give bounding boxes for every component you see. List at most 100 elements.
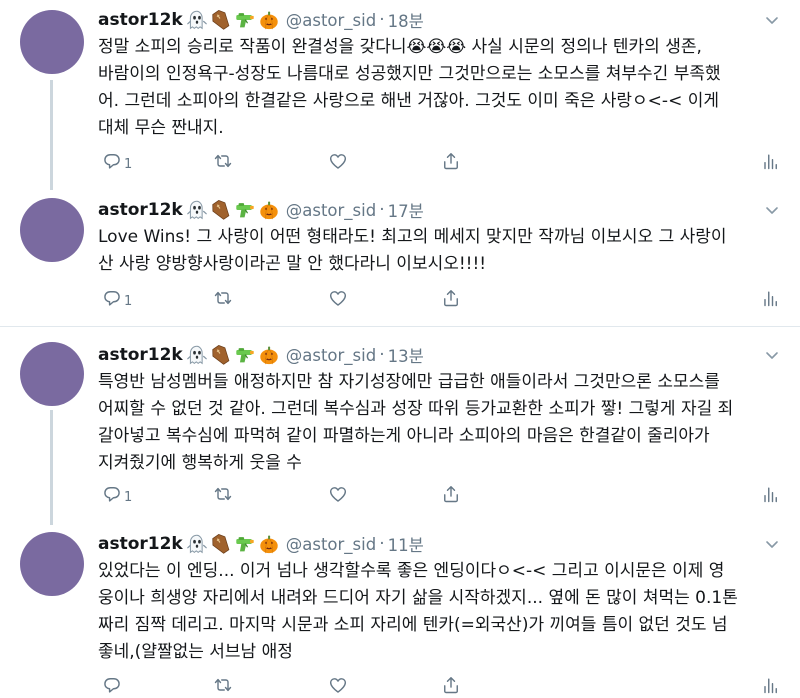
handle[interactable]: @astor_sid (286, 201, 376, 220)
tweet-line: Love Wins! 그 사랑이 어떤 형태라도! 최고의 메세지 맞지만 작까… (98, 227, 727, 247)
handle[interactable]: @astor_sid (286, 11, 376, 30)
thread-line (50, 80, 53, 190)
analytics-icon (760, 288, 780, 308)
name-emojis (186, 199, 280, 221)
share-icon (441, 484, 461, 504)
tweet-line: 짜리 짐짝 데리고. 마지막 시문과 소피 자리에 텐카(=외국산)가 끼여들 … (98, 615, 728, 635)
display-name[interactable]: astor12k (98, 10, 183, 30)
like-icon (328, 484, 348, 504)
reply-icon (102, 288, 122, 308)
analytics-icon (760, 484, 780, 504)
handle[interactable]: @astor_sid (286, 346, 376, 365)
reply-button[interactable]: 1 (102, 483, 132, 505)
display-name[interactable]: astor12k (98, 345, 183, 365)
ghost-emoji (186, 199, 208, 221)
tweet-line: 특영반 남성멤버들 애정하지만 참 자기성장에만 급급한 애들이라서 그것만으론… (98, 372, 720, 392)
chevron-down-icon[interactable] (764, 12, 780, 28)
tweet-text: 있었다는 이 엔딩... 이거 넘나 생각할수록 좋은 엔딩이다ㅇ<-< 그리고… (98, 558, 788, 666)
tweet-line: 정말 소피의 승리로 작품이 완결성을 갖다니😭😭😭 사실 시문의 정의나 텐카… (98, 37, 702, 57)
coffin-emoji (210, 344, 232, 366)
ghost-emoji (186, 9, 208, 31)
tweet-4[interactable]: astor12k @astor_sid · 11분 있었다는 이 엔딩... 이… (0, 520, 800, 698)
reply-icon (102, 151, 122, 171)
tweet-line: 갈아넣고 복수심에 파먹혀 같이 파멸하는게 아니라 소피아의 마음은 한결같이… (98, 426, 710, 446)
retweet-button[interactable] (213, 483, 233, 505)
jack-o-lantern-emoji (258, 199, 280, 221)
reply-button[interactable]: 1 (102, 150, 132, 172)
chevron-down-icon[interactable] (764, 202, 780, 218)
tweet-text: 정말 소피의 승리로 작품이 완결성을 갖다니😭😭😭 사실 시문의 정의나 텐카… (98, 34, 788, 142)
avatar[interactable] (20, 10, 84, 74)
retweet-button[interactable] (213, 287, 233, 309)
jack-o-lantern-emoji (258, 9, 280, 31)
share-button[interactable] (441, 287, 461, 309)
avatar[interactable] (20, 532, 84, 596)
analytics-button[interactable] (760, 674, 780, 696)
like-button[interactable] (328, 674, 348, 696)
coffin-emoji (210, 9, 232, 31)
analytics-button[interactable] (760, 150, 780, 172)
share-button[interactable] (441, 483, 461, 505)
jack-o-lantern-emoji (258, 344, 280, 366)
timestamp[interactable]: 11분 (388, 532, 424, 556)
like-button[interactable] (328, 150, 348, 172)
separator: · (379, 345, 385, 365)
reply-icon (102, 484, 122, 504)
timestamp[interactable]: 13분 (388, 343, 424, 367)
tweet-3[interactable]: astor12k @astor_sid · 13분 특영반 남성멤버들 애정하지… (0, 330, 800, 525)
separator: · (379, 534, 385, 554)
tweet-2[interactable]: astor12k @astor_sid · 17분 Love Wins! 그 사… (0, 190, 800, 325)
avatar[interactable] (20, 342, 84, 406)
tweet-header: astor12k @astor_sid · 11분 (98, 531, 424, 557)
reply-button[interactable]: 1 (102, 287, 132, 309)
thread-line (50, 410, 53, 525)
share-icon (441, 151, 461, 171)
tweet-actions (98, 674, 788, 696)
divider (0, 326, 800, 327)
ghost-emoji (186, 344, 208, 366)
reply-count: 1 (124, 293, 133, 309)
like-button[interactable] (328, 287, 348, 309)
chevron-down-icon[interactable] (764, 347, 780, 363)
like-icon (328, 288, 348, 308)
timestamp[interactable]: 18분 (388, 8, 424, 32)
like-button[interactable] (328, 483, 348, 505)
analytics-button[interactable] (760, 483, 780, 505)
analytics-button[interactable] (760, 287, 780, 309)
water-pistol-emoji (234, 533, 256, 555)
tweet-1[interactable]: astor12k @astor_sid · 18분 정말 소피의 승리로 작품이… (0, 0, 800, 190)
analytics-icon (760, 151, 780, 171)
share-button[interactable] (441, 674, 461, 696)
analytics-icon (760, 675, 780, 695)
name-emojis (186, 9, 280, 31)
tweet-header: astor12k @astor_sid · 17분 (98, 197, 424, 223)
reply-button[interactable] (102, 674, 124, 696)
avatar[interactable] (20, 198, 84, 262)
handle[interactable]: @astor_sid (286, 535, 376, 554)
jack-o-lantern-emoji (258, 533, 280, 555)
retweet-button[interactable] (213, 150, 233, 172)
name-emojis (186, 344, 280, 366)
share-button[interactable] (441, 150, 461, 172)
separator: · (379, 200, 385, 220)
tweet-line: 어찌할 수 없던 것 같아. 그런데 복수심과 성장 따위 등가교환한 소피가 … (98, 399, 734, 419)
timestamp[interactable]: 17분 (388, 198, 424, 222)
water-pistol-emoji (234, 344, 256, 366)
ghost-emoji (186, 533, 208, 555)
tweet-actions: 1 (98, 150, 788, 172)
tweet-line: 좋네,(얄짤없는 서브남 애정 (98, 642, 293, 662)
retweet-button[interactable] (213, 674, 233, 696)
like-icon (328, 151, 348, 171)
display-name[interactable]: astor12k (98, 200, 183, 220)
coffin-emoji (210, 533, 232, 555)
display-name[interactable]: astor12k (98, 534, 183, 554)
water-pistol-emoji (234, 9, 256, 31)
tweet-header: astor12k @astor_sid · 13분 (98, 342, 424, 368)
retweet-icon (213, 288, 233, 308)
tweet-text: 특영반 남성멤버들 애정하지만 참 자기성장에만 급급한 애들이라서 그것만으론… (98, 369, 788, 477)
tweet-line: 대체 무슨 짠내지. (98, 118, 224, 138)
share-icon (441, 288, 461, 308)
name-emojis (186, 533, 280, 555)
chevron-down-icon[interactable] (764, 536, 780, 552)
like-icon (328, 675, 348, 695)
